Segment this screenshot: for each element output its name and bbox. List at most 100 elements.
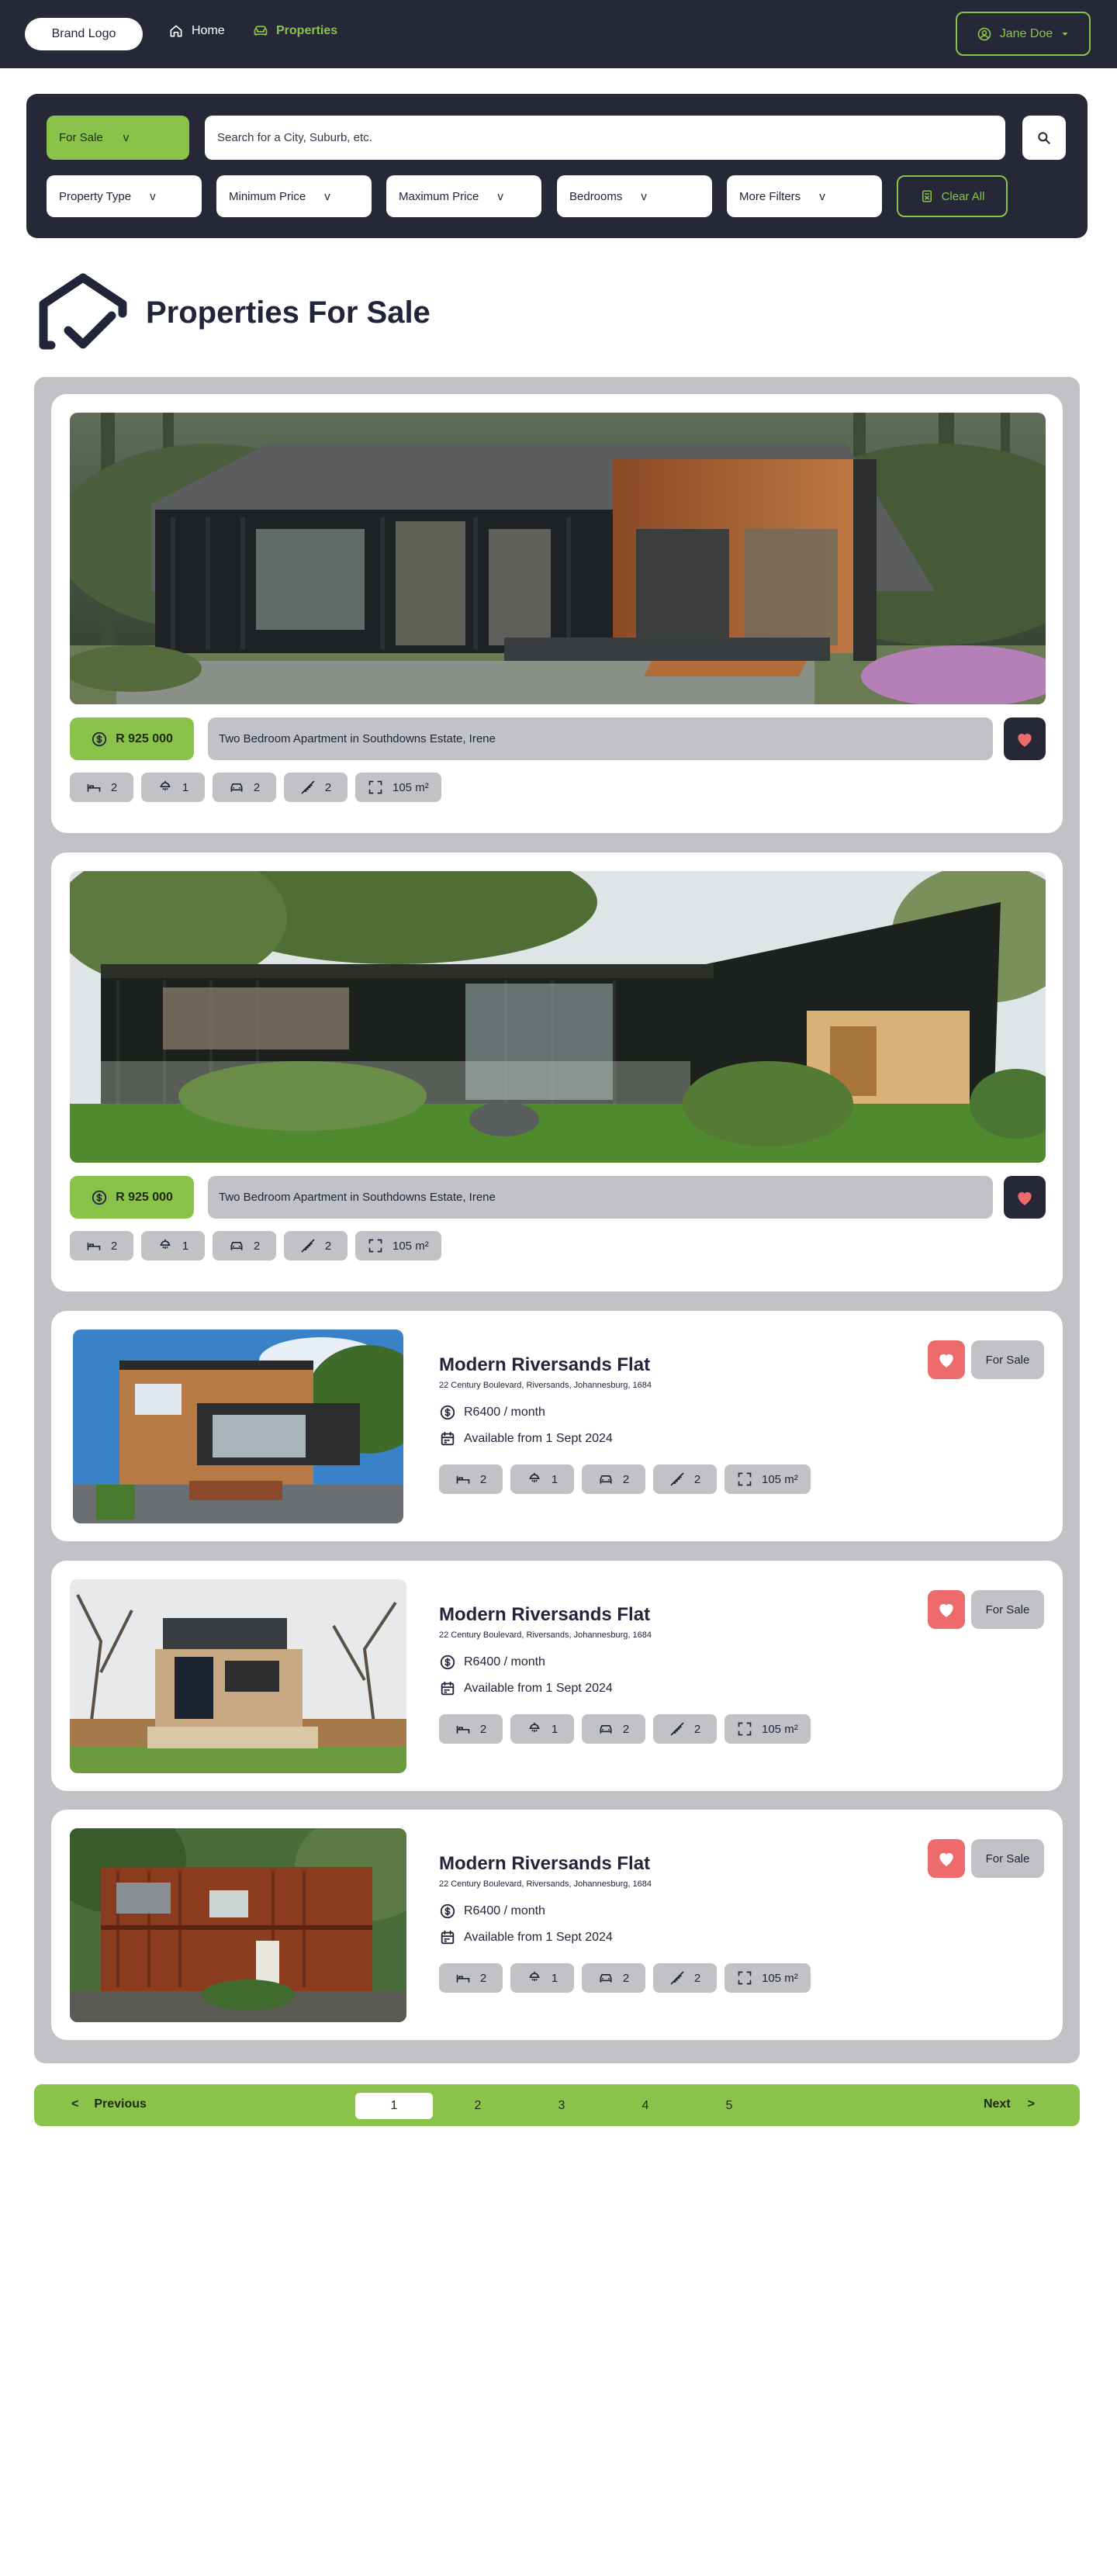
feature-chips: 2 1 2 2 105 m²: [70, 1231, 441, 1260]
car-icon: [229, 1238, 244, 1253]
dollar-circle-icon: [91, 1189, 108, 1206]
listing-info: Modern Riversands Flat 22 Century Boulev…: [439, 1853, 811, 1993]
page-3-button[interactable]: 3: [523, 2093, 600, 2119]
chevron-down-icon: v: [324, 189, 330, 203]
user-circle-icon: [977, 27, 991, 40]
listing-card[interactable]: Modern Riversands Flat 22 Century Boulev…: [51, 1810, 1063, 2040]
next-label: Next: [983, 2097, 1011, 2111]
floors-chip: 2: [284, 1231, 348, 1260]
page-heading: Properties For Sale: [37, 271, 431, 354]
previous-label: Previous: [94, 2097, 147, 2111]
size-chip: 105 m²: [355, 773, 441, 802]
previous-page-button[interactable]: < Previous: [71, 2097, 147, 2111]
garages-value: 2: [622, 1472, 630, 1486]
feature-chips: 2 1 2 2 105 m²: [439, 1714, 811, 1744]
search-filter-panel: For Sale v Property Type v Minimum Price v…: [26, 94, 1088, 238]
property-photo-black-container[interactable]: [70, 871, 1046, 1163]
page-1-button[interactable]: 1: [355, 2093, 433, 2119]
page-2-button[interactable]: 2: [439, 2093, 517, 2119]
property-photo-rust-container[interactable]: [70, 1828, 406, 2022]
listing-card[interactable]: Modern Riversands Flat 22 Century Boulev…: [51, 1311, 1063, 1541]
clear-filter-icon: [922, 190, 932, 202]
listing-title[interactable]: Two Bedroom Apartment in Southdowns Esta…: [208, 717, 993, 760]
garages-value: 2: [622, 1971, 630, 1985]
bedrooms-chip: 2: [70, 1231, 133, 1260]
bedrooms-select[interactable]: Bedrooms v: [557, 175, 712, 217]
listing-type-value: For Sale: [59, 131, 103, 144]
bathrooms-value: 1: [551, 1472, 558, 1486]
property-photo-dark-cabin[interactable]: [70, 413, 1046, 704]
bathrooms-chip: 1: [510, 1963, 574, 1993]
bed-icon: [455, 1471, 471, 1487]
property-photo-stacked-container[interactable]: [70, 1579, 406, 1773]
min-price-label: Minimum Price: [229, 189, 306, 203]
more-filters-label: More Filters: [739, 189, 801, 203]
favorite-button[interactable]: [1004, 1176, 1046, 1219]
status-badge: For Sale: [971, 1590, 1044, 1629]
clear-all-button[interactable]: Clear All: [897, 175, 1008, 217]
bedrooms-value: 2: [479, 1971, 487, 1985]
max-price-select[interactable]: Maximum Price v: [386, 175, 541, 217]
rent-line: R6400 / month: [439, 1654, 811, 1671]
car-icon: [598, 1970, 614, 1986]
nav-properties-label: Properties: [276, 24, 338, 37]
min-price-select[interactable]: Minimum Price v: [216, 175, 372, 217]
garages-chip: 2: [582, 1714, 645, 1744]
featured-listing-card[interactable]: R 925 000 Two Bedroom Apartment in South…: [51, 852, 1063, 1291]
bedrooms-value: 2: [479, 1722, 487, 1736]
more-filters-select[interactable]: More Filters v: [727, 175, 882, 217]
car-icon: [229, 780, 244, 795]
stairs-icon: [669, 1721, 685, 1737]
nav-properties[interactable]: Properties: [253, 23, 337, 39]
favorite-button[interactable]: [928, 1340, 965, 1379]
dollar-circle-icon: [439, 1903, 456, 1920]
listing-title[interactable]: Two Bedroom Apartment in Southdowns Esta…: [208, 1176, 993, 1219]
brand-logo[interactable]: Brand Logo: [25, 18, 143, 50]
size-icon: [737, 1721, 752, 1737]
search-icon: [1038, 131, 1050, 144]
listing-title[interactable]: Modern Riversands Flat: [439, 1853, 811, 1875]
top-navbar: Brand Logo Home Properties Jane Doe: [0, 0, 1117, 68]
favorite-button[interactable]: [928, 1839, 965, 1878]
favorite-button[interactable]: [1004, 717, 1046, 760]
rent-value: R6400 / month: [464, 1904, 545, 1917]
bedrooms-value: 2: [110, 780, 118, 794]
user-menu-button[interactable]: Jane Doe: [956, 12, 1091, 56]
search-input[interactable]: [205, 116, 1005, 160]
featured-listing-card[interactable]: R 925 000 Two Bedroom Apartment in South…: [51, 394, 1063, 833]
floors-chip: 2: [284, 773, 348, 802]
bedrooms-chip: 2: [439, 1464, 503, 1494]
listing-type-select[interactable]: For Sale v: [47, 116, 189, 160]
page-4-button[interactable]: 4: [607, 2093, 684, 2119]
rent-line: R6400 / month: [439, 1404, 811, 1421]
sofa-icon: [254, 26, 268, 36]
listing-title[interactable]: Modern Riversands Flat: [439, 1354, 811, 1376]
shower-icon: [527, 1471, 542, 1487]
garages-value: 2: [253, 1239, 261, 1253]
feature-chips: 2 1 2 2 105 m²: [439, 1464, 811, 1494]
search-button[interactable]: [1022, 116, 1066, 160]
size-value: 105 m²: [393, 1239, 429, 1253]
property-photo-wood-modern[interactable]: [73, 1329, 403, 1523]
availability-value: Available from 1 Sept 2024: [464, 1432, 613, 1445]
dollar-circle-icon: [439, 1404, 456, 1421]
listing-title[interactable]: Modern Riversands Flat: [439, 1604, 811, 1626]
favorite-button[interactable]: [928, 1590, 965, 1629]
bathrooms-chip: 1: [141, 773, 205, 802]
heart-icon: [936, 1848, 956, 1869]
status-badge: For Sale: [971, 1340, 1044, 1379]
stairs-icon: [669, 1970, 685, 1986]
garages-chip: 2: [582, 1963, 645, 1993]
size-chip: 105 m²: [355, 1231, 441, 1260]
floors-chip: 2: [653, 1714, 717, 1744]
listing-card[interactable]: Modern Riversands Flat 22 Century Boulev…: [51, 1561, 1063, 1791]
page-5-button[interactable]: 5: [690, 2093, 768, 2119]
listing-info: Modern Riversands Flat 22 Century Boulev…: [439, 1354, 811, 1494]
property-type-select[interactable]: Property Type v: [47, 175, 202, 217]
next-page-button[interactable]: Next >: [984, 2097, 1035, 2111]
nav-home[interactable]: Home: [168, 23, 225, 39]
bathrooms-chip: 1: [141, 1231, 205, 1260]
car-icon: [598, 1471, 614, 1487]
listing-address: 22 Century Boulevard, Riversands, Johann…: [439, 1879, 652, 1889]
status-badge: For Sale: [971, 1839, 1044, 1878]
